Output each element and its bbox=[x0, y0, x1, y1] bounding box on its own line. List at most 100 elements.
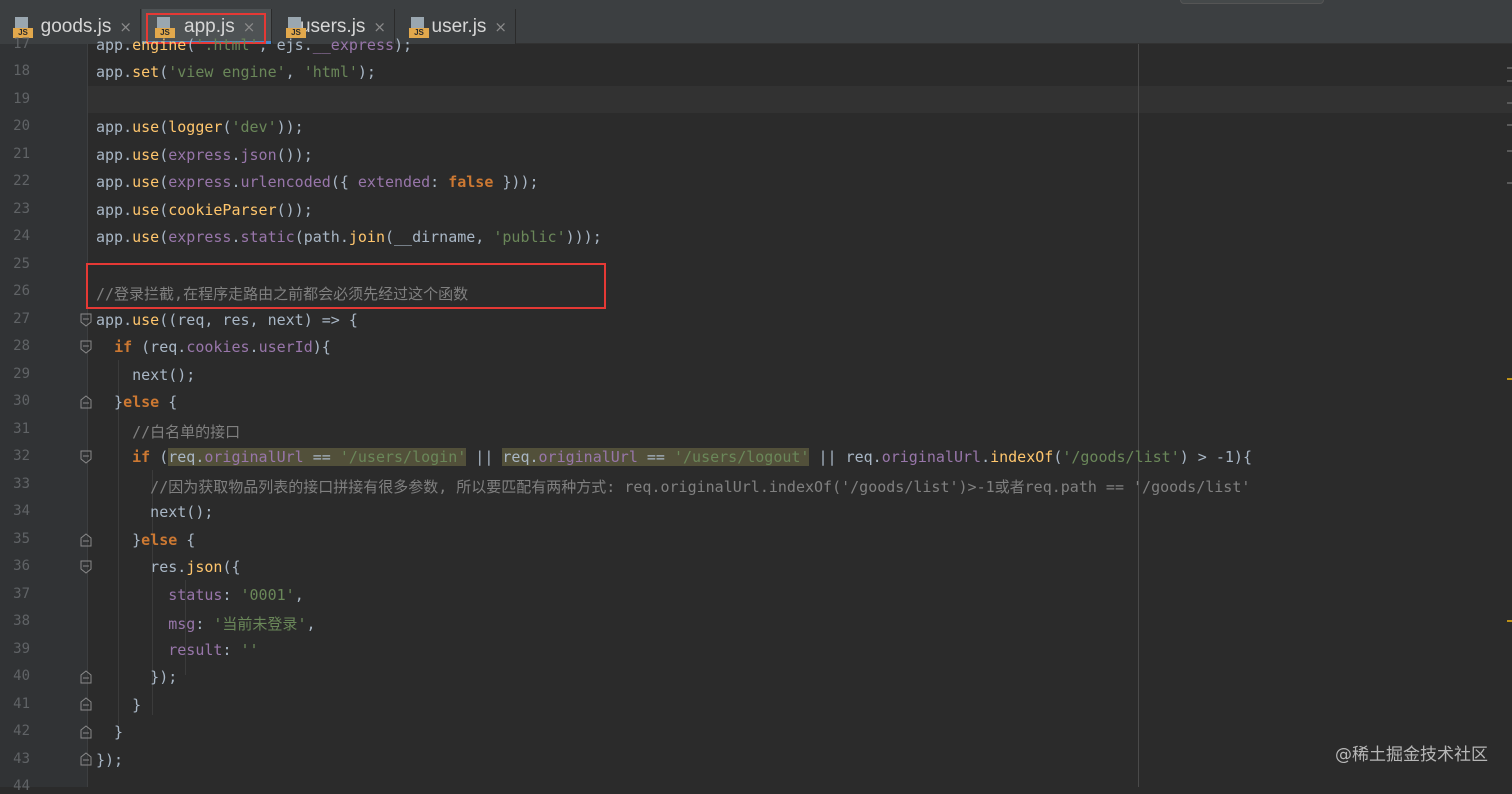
code-token: use bbox=[132, 311, 160, 329]
code-token: '/users/logout' bbox=[674, 448, 810, 466]
code-token: if bbox=[114, 338, 133, 356]
fold-close-icon[interactable] bbox=[80, 752, 92, 766]
code-token: false bbox=[448, 173, 494, 191]
line-number: 24 bbox=[13, 228, 30, 244]
scroll-warning-marker[interactable] bbox=[1507, 620, 1512, 622]
code-line-32: if (req.originalUrl == '/users/login' ||… bbox=[132, 448, 1252, 466]
line-number: 44 bbox=[13, 778, 30, 794]
tab-label: goods.js bbox=[40, 15, 112, 37]
scroll-marker[interactable] bbox=[1507, 150, 1512, 152]
line-number: 17 bbox=[13, 36, 30, 52]
current-line-highlight bbox=[88, 86, 1512, 113]
fold-close-icon[interactable] bbox=[80, 697, 92, 711]
code-token: status bbox=[168, 586, 223, 604]
code-line-30: }else { bbox=[96, 393, 178, 411]
line-number: 20 bbox=[13, 118, 30, 134]
line-number: 22 bbox=[13, 173, 30, 189]
right-margin-guide bbox=[1138, 44, 1139, 787]
code-token: json bbox=[240, 146, 277, 164]
annotation-box-comment bbox=[86, 263, 606, 309]
code-token: express bbox=[168, 173, 232, 191]
code-token: userId bbox=[258, 338, 313, 356]
line-number: 40 bbox=[13, 668, 30, 684]
code-token: else bbox=[123, 393, 160, 411]
tab-label: user.js bbox=[431, 15, 487, 37]
fold-close-icon[interactable] bbox=[80, 533, 92, 547]
scroll-marker[interactable] bbox=[1507, 67, 1512, 69]
scroll-marker[interactable] bbox=[1507, 80, 1512, 82]
code-token: else bbox=[141, 531, 178, 549]
code-token: json bbox=[186, 558, 223, 576]
line-number: 25 bbox=[13, 256, 30, 272]
scroll-marker[interactable] bbox=[1507, 182, 1512, 184]
line-number: 41 bbox=[13, 696, 30, 712]
line-number: 36 bbox=[13, 558, 30, 574]
code-line-41: } bbox=[96, 696, 142, 714]
code-line-37: status: '0001', bbox=[168, 586, 304, 604]
fold-close-icon[interactable] bbox=[80, 670, 92, 684]
close-icon[interactable]: × bbox=[373, 18, 386, 36]
code-token: cookieParser bbox=[168, 201, 277, 219]
code-line-34: next(); bbox=[96, 503, 214, 521]
code-line-43: }); bbox=[96, 751, 124, 769]
code-token: originalUrl bbox=[881, 448, 982, 466]
fold-close-icon[interactable] bbox=[80, 395, 92, 409]
line-number: 38 bbox=[13, 613, 30, 629]
line-number: 27 bbox=[13, 311, 30, 327]
fold-close-icon[interactable] bbox=[80, 725, 92, 739]
scroll-warning-marker[interactable] bbox=[1507, 378, 1512, 380]
close-icon[interactable]: × bbox=[494, 18, 507, 36]
code-token: originalUrl bbox=[204, 448, 304, 466]
line-number: 35 bbox=[13, 531, 30, 547]
scroll-marker[interactable] bbox=[1507, 124, 1512, 126]
search-match-highlight: req.originalUrl == '/users/logout' bbox=[502, 448, 810, 466]
code-token: cookies bbox=[186, 338, 250, 356]
line-number: 37 bbox=[13, 586, 30, 602]
fold-open-icon[interactable] bbox=[80, 340, 92, 354]
code-token: '/goods/list' bbox=[1062, 448, 1180, 466]
js-file-icon: JS bbox=[409, 16, 429, 38]
code-token: 'public' bbox=[493, 228, 566, 246]
line-number: 30 bbox=[13, 393, 30, 409]
code-token: indexOf bbox=[990, 448, 1054, 466]
tab-user-js[interactable]: JS user.js × bbox=[396, 9, 516, 44]
line-number: 33 bbox=[13, 476, 30, 492]
code-token: express bbox=[168, 146, 232, 164]
toolbar-search-box[interactable] bbox=[1180, 0, 1324, 4]
code-token: set bbox=[132, 63, 160, 81]
code-token: '' bbox=[240, 641, 259, 659]
code-token: msg bbox=[168, 615, 196, 633]
code-line-23: app.use(cookieParser()); bbox=[96, 201, 313, 219]
code-token: extended bbox=[357, 173, 431, 191]
line-number: 32 bbox=[13, 448, 30, 464]
code-token: use bbox=[132, 228, 160, 246]
code-token: 'html' bbox=[303, 63, 358, 81]
code-line-35: }else { bbox=[96, 531, 196, 549]
code-token: use bbox=[132, 118, 160, 136]
scroll-marker[interactable] bbox=[1507, 102, 1512, 104]
code-line-36: res.json({ bbox=[96, 558, 241, 576]
code-token: 'view engine' bbox=[168, 63, 286, 81]
code-line-22: app.use(express.urlencoded({ extended: f… bbox=[96, 173, 539, 191]
code-line-33: //因为获取物品列表的接口拼接有很多参数, 所以要匹配有两种方式: req.or… bbox=[96, 478, 1251, 496]
code-token: '.html' bbox=[195, 36, 259, 54]
search-match-highlight: req.originalUrl == '/users/login' bbox=[168, 448, 467, 466]
close-icon[interactable]: × bbox=[119, 18, 132, 36]
line-number: 42 bbox=[13, 723, 30, 739]
code-line-42: } bbox=[96, 723, 124, 741]
code-line-27: app.use((req, res, next) => { bbox=[96, 311, 358, 329]
line-number: 21 bbox=[13, 146, 30, 162]
code-token: 'dev' bbox=[231, 118, 277, 136]
code-line-31: //白名单的接口 bbox=[96, 423, 241, 441]
code-line-28: if (req.cookies.userId){ bbox=[114, 338, 331, 356]
code-token: use bbox=[132, 173, 160, 191]
line-number: 26 bbox=[13, 283, 30, 299]
fold-open-icon[interactable] bbox=[80, 450, 92, 464]
fold-open-icon[interactable] bbox=[80, 560, 92, 574]
tab-label: users.js bbox=[299, 15, 366, 37]
code-token: engine bbox=[132, 36, 187, 54]
fold-open-icon[interactable] bbox=[80, 313, 92, 327]
js-file-icon: JS bbox=[13, 16, 33, 38]
code-line-24: app.use(express.static(path.join(__dirna… bbox=[96, 228, 602, 246]
code-line-38: msg: '当前未登录', bbox=[168, 615, 316, 633]
